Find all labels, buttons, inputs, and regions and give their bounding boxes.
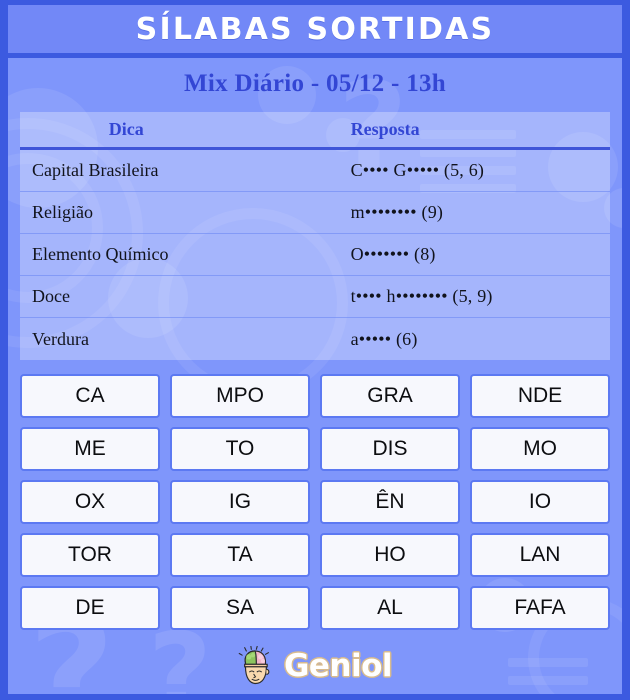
table-header-row: Dica Resposta <box>20 112 610 150</box>
syllable-tile[interactable]: TOR <box>20 533 160 577</box>
syllable-tile[interactable]: AL <box>320 586 460 630</box>
column-header-answer: Resposta <box>350 119 420 139</box>
syllable-tile[interactable]: NDE <box>470 374 610 418</box>
syllable-tile[interactable]: SA <box>170 586 310 630</box>
syllable-tile[interactable]: GRA <box>320 374 460 418</box>
clue-text: Religião <box>32 202 93 222</box>
table-row: Elemento Químico O••••••• (8) <box>20 234 610 276</box>
main-panel: ? ? ? Mix Diário - 05/12 - 13h Dica Resp… <box>8 58 622 694</box>
table-row: Religião m•••••••• (9) <box>20 192 610 234</box>
brand-name: Geniol <box>283 648 393 684</box>
footer: Geniol <box>20 638 610 694</box>
brain-head-icon <box>238 646 270 685</box>
syllable-tile[interactable]: LAN <box>470 533 610 577</box>
table-row: Verdura a••••• (6) <box>20 318 610 360</box>
syllable-tile[interactable]: OX <box>20 480 160 524</box>
table-row: Capital Brasileira C•••• G••••• (5, 6) <box>20 150 610 192</box>
syllable-tile[interactable]: MPO <box>170 374 310 418</box>
syllable-grid: CA MPO GRA NDE ME TO DIS MO OX IG ÊN IO … <box>20 360 610 638</box>
syllable-tile[interactable]: HO <box>320 533 460 577</box>
column-header-clue: Dica <box>108 119 144 139</box>
clue-table: Dica Resposta Capital Brasileira C•••• G… <box>20 112 610 360</box>
syllable-tile[interactable]: IG <box>170 480 310 524</box>
syllable-tile[interactable]: DIS <box>320 427 460 471</box>
syllable-tile[interactable]: ÊN <box>320 480 460 524</box>
page-title: SÍLABAS SORTIDAS <box>135 11 495 47</box>
clue-text: Capital Brasileira <box>32 160 159 180</box>
answer-pattern: t•••• h•••••••• (5, 9) <box>350 286 493 306</box>
table-row: Doce t•••• h•••••••• (5, 9) <box>20 276 610 318</box>
syllable-tile[interactable]: FAFA <box>470 586 610 630</box>
silabas-sortidas-app: SÍLABAS SORTIDAS ? ? ? Mix Diário - 05/1… <box>0 0 630 700</box>
answer-pattern: m•••••••• (9) <box>350 202 444 222</box>
syllable-tile[interactable]: CA <box>20 374 160 418</box>
clue-text: Verdura <box>32 328 89 349</box>
answer-pattern: C•••• G••••• (5, 6) <box>350 160 485 180</box>
syllable-tile[interactable]: DE <box>20 586 160 630</box>
syllable-tile[interactable]: TA <box>170 533 310 577</box>
clue-text: Elemento Químico <box>32 244 169 264</box>
answer-pattern: a••••• (6) <box>350 328 418 349</box>
answer-pattern: O••••••• (8) <box>350 244 436 264</box>
syllable-tile[interactable]: MO <box>470 427 610 471</box>
syllable-tile[interactable]: TO <box>170 427 310 471</box>
syllable-tile[interactable]: IO <box>470 480 610 524</box>
syllable-tile[interactable]: ME <box>20 427 160 471</box>
puzzle-subtitle: Mix Diário - 05/12 - 13h <box>183 70 447 97</box>
title-bar: SÍLABAS SORTIDAS <box>8 5 622 53</box>
clue-text: Doce <box>32 286 70 306</box>
